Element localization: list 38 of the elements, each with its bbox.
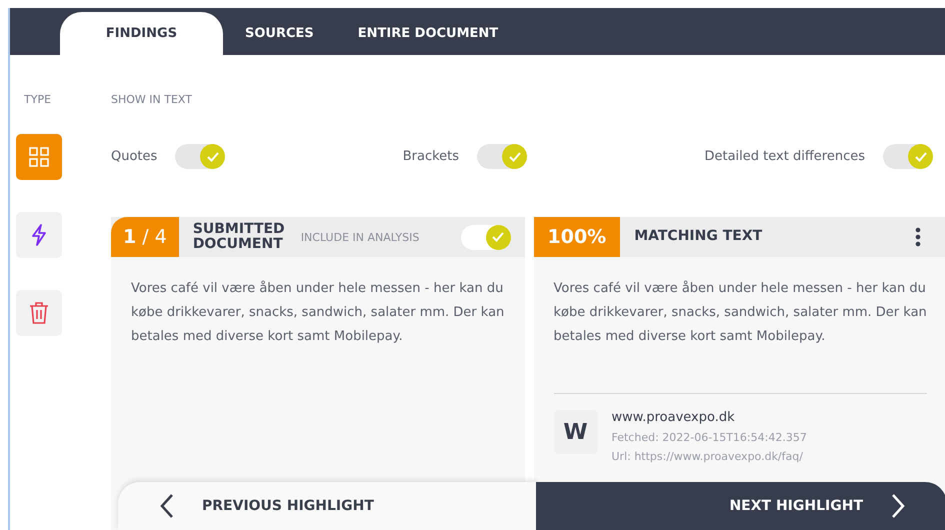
toggle-label: Brackets: [402, 149, 460, 164]
tab[interactable]: FINDINGS: [60, 12, 223, 55]
match-percent: 100%: [534, 217, 620, 257]
toggle-switch[interactable]: [883, 144, 933, 169]
toggle-label: Quotes: [111, 149, 158, 164]
tab[interactable]: SOURCES: [223, 12, 336, 55]
type-button[interactable]: [16, 212, 62, 258]
panel-title: MATCHING TEXT: [634, 229, 762, 245]
source-site: www.proavexpo.dk: [612, 410, 736, 425]
check-icon: [914, 150, 928, 162]
include-label: INCLUDE IN ANALYSIS: [300, 230, 420, 244]
grid-icon: [29, 147, 49, 167]
more-icon[interactable]: [915, 227, 921, 247]
chevron-left-icon: [160, 493, 174, 519]
next-highlight-button[interactable]: NEXT HIGHLIGHT: [536, 482, 945, 530]
section-label: SHOW IN TEXT: [111, 93, 193, 106]
type-label: TYPE: [24, 93, 52, 106]
matching-text: Vores café vil være åben under hele messen - her kan du købe drikkevarer, snacks, sandwich, salater mm. Der kan betales med diverse kort samt Mobilepay.: [552, 280, 928, 346]
submitted-text: Vores café vil være åben under hele messen - her kan du købe drikkevarer, snacks, sandwich, salater mm. Der kan betales med diverse kort samt Mobilepay.: [130, 280, 506, 346]
match-counter: 1 / 4: [111, 217, 179, 257]
lightning-icon: [31, 224, 47, 246]
previous-highlight-button[interactable]: PREVIOUS HIGHLIGHT: [118, 482, 536, 530]
type-button[interactable]: [16, 134, 62, 180]
toggle-switch[interactable]: [175, 144, 226, 169]
source-avatar: W: [554, 410, 598, 454]
check-icon: [206, 150, 220, 162]
trash-icon: [29, 302, 49, 324]
chevron-right-icon: [891, 493, 905, 519]
toggle-label: Detailed text differences: [704, 149, 865, 164]
fetched-date: Fetched: 2022-06-15T16:54:42.357: [612, 431, 807, 444]
tab[interactable]: ENTIRE DOCUMENT: [336, 12, 520, 55]
source-url: Url: https://www.proavexpo.dk/faq/: [612, 450, 804, 463]
check-icon: [508, 150, 522, 162]
toggle-switch[interactable]: [460, 224, 510, 250]
check-icon: [491, 231, 505, 243]
toggle-switch[interactable]: [477, 144, 528, 169]
type-button[interactable]: [16, 290, 62, 336]
panel-title: SUBMITTED DOCUMENT: [192, 222, 286, 252]
